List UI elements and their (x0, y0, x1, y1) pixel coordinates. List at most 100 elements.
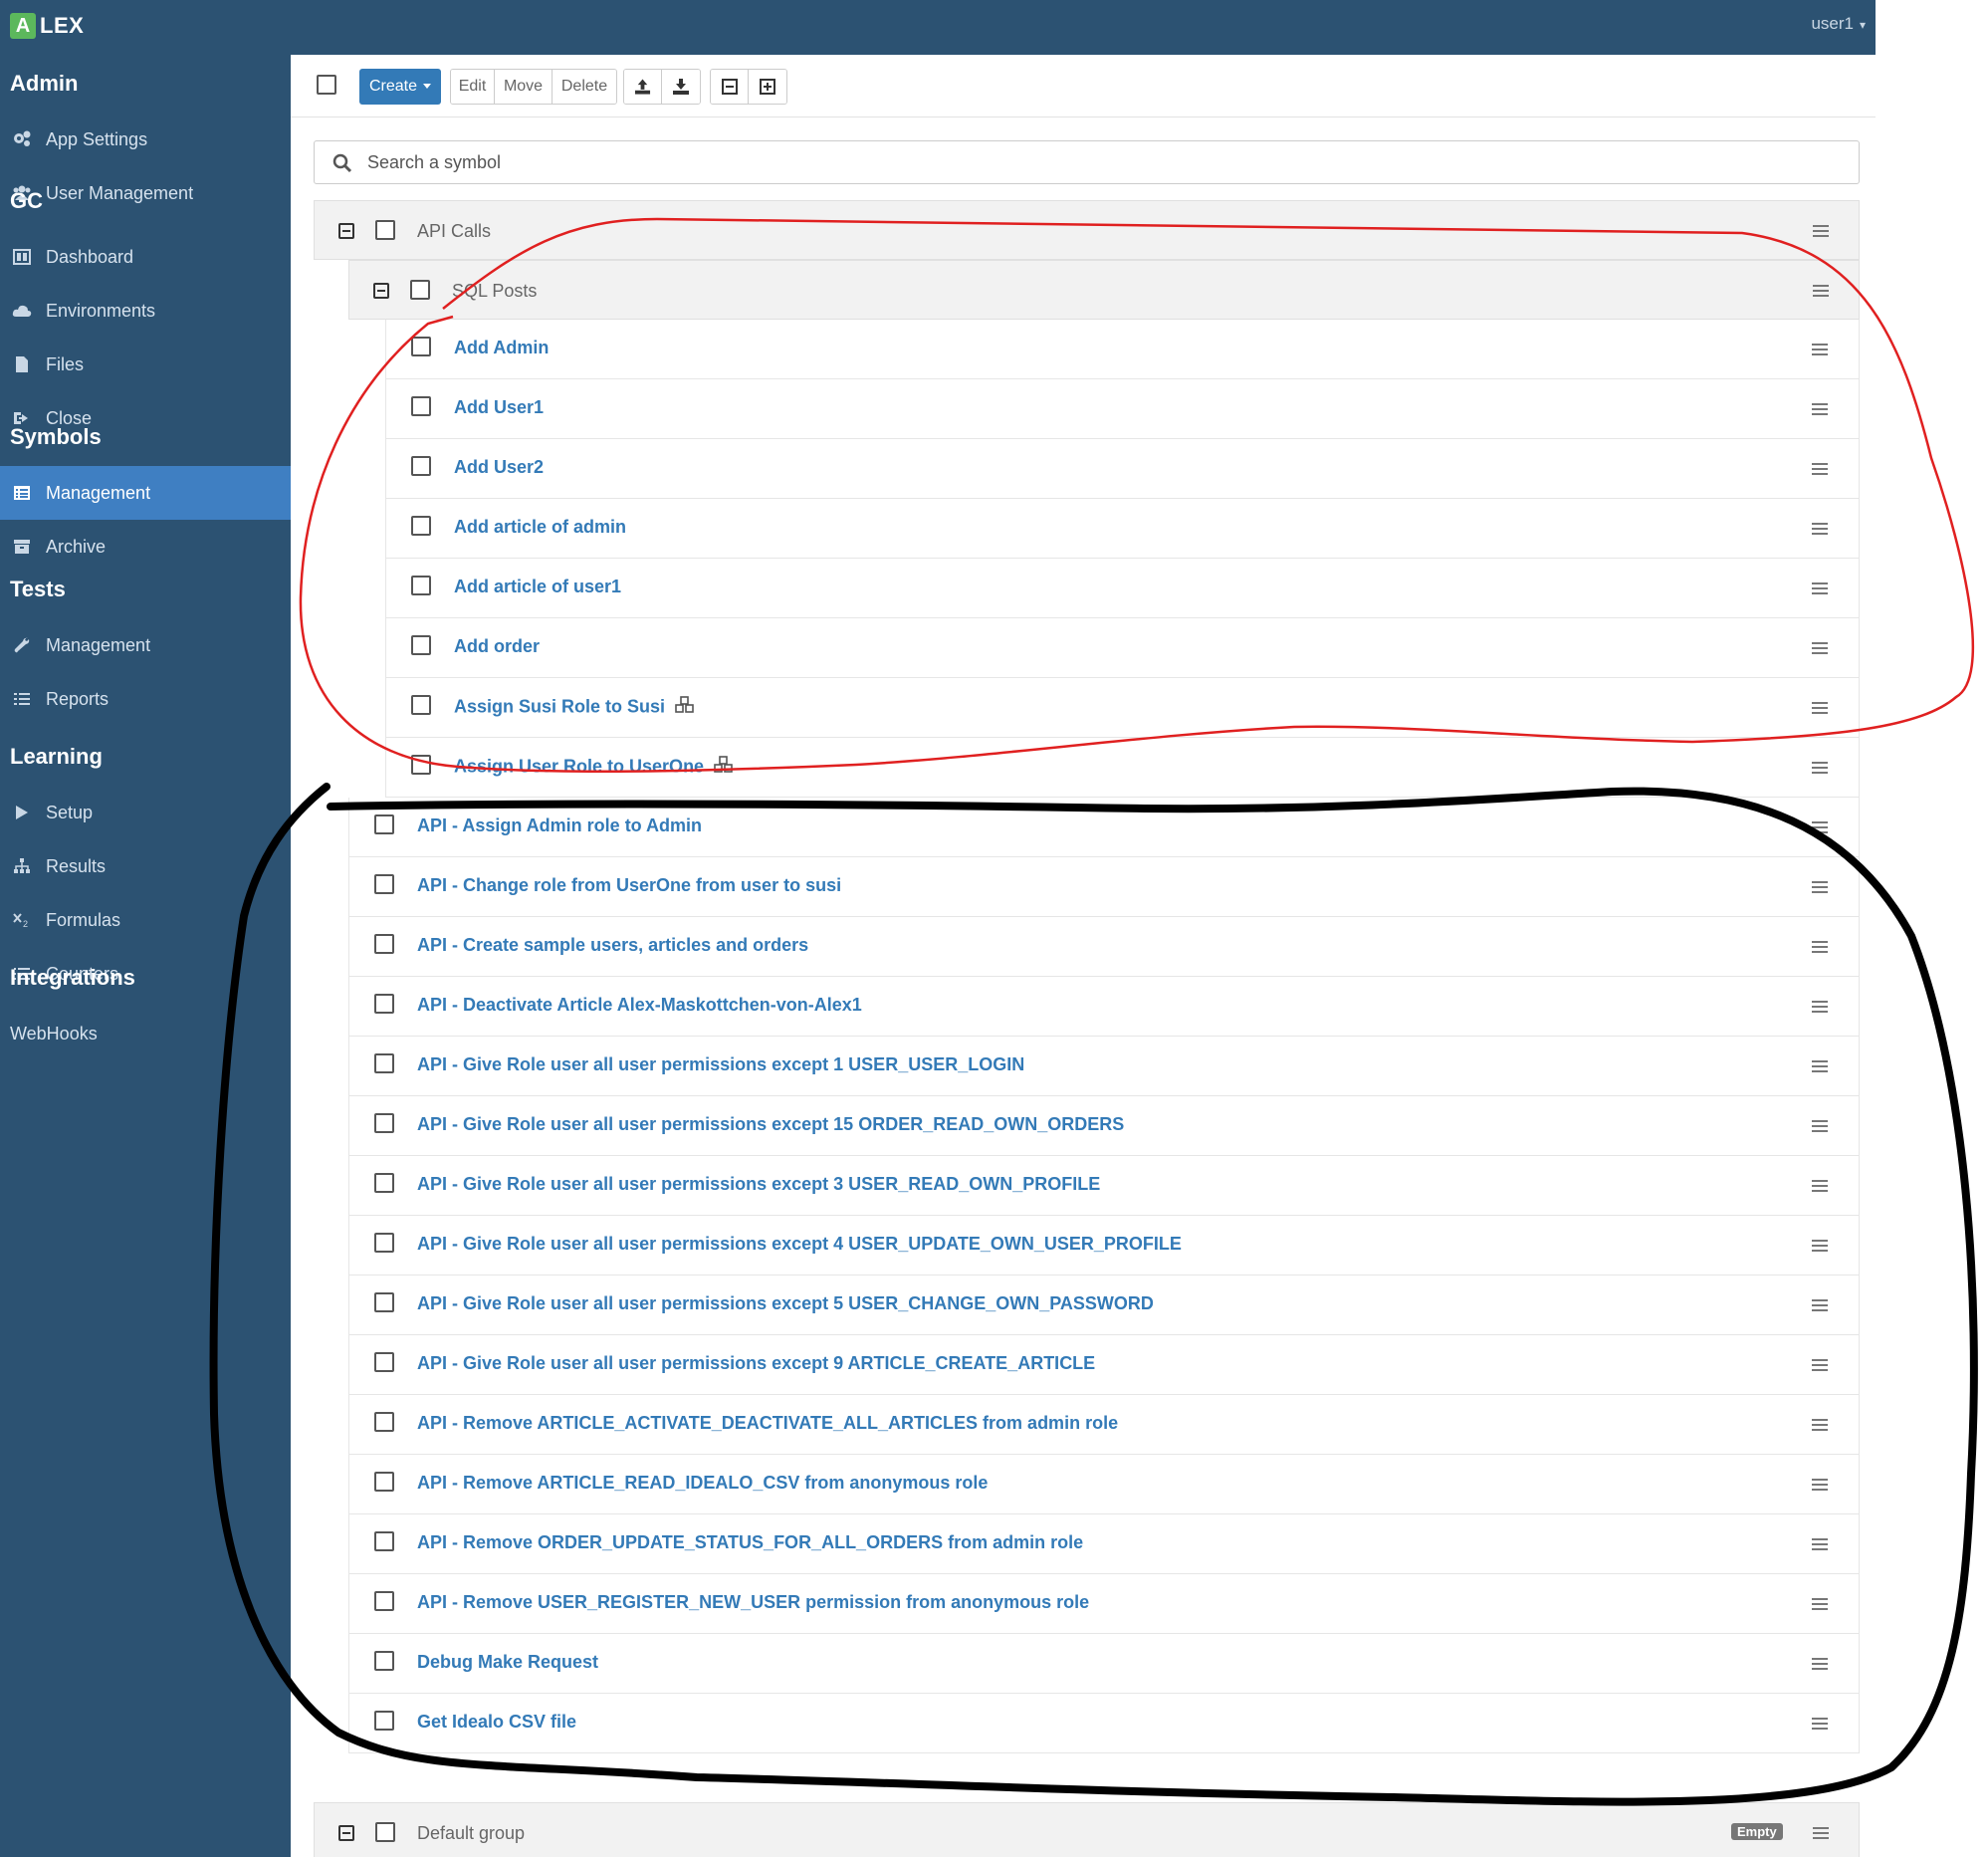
group-checkbox[interactable] (410, 280, 430, 300)
symbol-menu-icon[interactable] (1812, 1538, 1828, 1550)
symbol-link[interactable]: API - Remove ARTICLE_READ_IDEALO_CSV fro… (417, 1473, 988, 1494)
symbol-link[interactable]: Assign Susi Role to Susi (454, 696, 695, 719)
symbol-checkbox[interactable] (374, 1113, 394, 1133)
symbol-row[interactable]: API - Give Role user all user permission… (348, 1335, 1860, 1395)
symbol-menu-icon[interactable] (1812, 702, 1828, 714)
sidebar-item-management[interactable]: Management (0, 618, 291, 672)
symbol-link[interactable]: API - Deactivate Article Alex-Maskottche… (417, 995, 862, 1016)
symbol-menu-icon[interactable] (1812, 1598, 1828, 1610)
symbol-link[interactable]: API - Give Role user all user permission… (417, 1174, 1100, 1195)
symbol-link[interactable]: Get Idealo CSV file (417, 1712, 576, 1733)
symbol-menu-icon[interactable] (1812, 463, 1828, 475)
move-button[interactable]: Move (495, 70, 552, 104)
symbol-menu-icon[interactable] (1812, 1060, 1828, 1072)
sidebar-item-webhooks[interactable]: WebHooks (0, 1007, 291, 1060)
symbol-link[interactable]: Add User1 (454, 397, 544, 418)
symbol-row[interactable]: API - Give Role user all user permission… (348, 1216, 1860, 1276)
search-input[interactable] (367, 149, 1841, 175)
symbol-menu-icon[interactable] (1812, 582, 1828, 594)
symbol-menu-icon[interactable] (1812, 881, 1828, 893)
symbol-checkbox[interactable] (374, 934, 394, 954)
symbol-row[interactable]: API - Assign Admin role to Admin (348, 798, 1860, 857)
symbol-link[interactable]: Add article of admin (454, 517, 626, 538)
sidebar-item-results[interactable]: Results (0, 839, 291, 893)
sidebar-item-management[interactable]: Management (0, 466, 291, 520)
symbol-row[interactable]: API - Remove ARTICLE_ACTIVATE_DEACTIVATE… (348, 1395, 1860, 1455)
brand-logo[interactable]: A LEX (10, 11, 84, 41)
export-button[interactable] (662, 70, 700, 104)
symbol-menu-icon[interactable] (1812, 1359, 1828, 1371)
symbol-checkbox[interactable] (374, 1531, 394, 1551)
symbol-menu-icon[interactable] (1812, 1120, 1828, 1132)
symbol-row[interactable]: Get Idealo CSV file (348, 1694, 1860, 1753)
symbol-checkbox[interactable] (374, 1292, 394, 1312)
expand-all-button[interactable] (749, 70, 786, 104)
collapse-all-button[interactable] (711, 70, 749, 104)
symbol-checkbox[interactable] (411, 396, 431, 416)
symbol-checkbox[interactable] (411, 337, 431, 356)
group-checkbox[interactable] (375, 220, 395, 240)
create-button[interactable]: Create (359, 69, 441, 105)
edit-button[interactable]: Edit (451, 70, 495, 104)
symbol-menu-icon[interactable] (1812, 523, 1828, 535)
symbol-link[interactable]: Add order (454, 636, 540, 657)
symbol-row[interactable]: API - Remove ARTICLE_READ_IDEALO_CSV fro… (348, 1455, 1860, 1514)
symbol-row[interactable]: API - Remove ORDER_UPDATE_STATUS_FOR_ALL… (348, 1514, 1860, 1574)
symbol-menu-icon[interactable] (1812, 1718, 1828, 1730)
symbol-row[interactable]: API - Create sample users, articles and … (348, 917, 1860, 977)
symbol-link[interactable]: Add article of user1 (454, 577, 621, 597)
symbol-checkbox[interactable] (411, 755, 431, 775)
symbol-link[interactable]: API - Give Role user all user permission… (417, 1114, 1124, 1135)
symbol-checkbox[interactable] (374, 1591, 394, 1611)
sidebar-item-setup[interactable]: Setup (0, 786, 291, 839)
group-menu-icon[interactable] (1813, 225, 1829, 237)
symbol-checkbox[interactable] (411, 516, 431, 536)
symbol-row[interactable]: API - Give Role user all user permission… (348, 1276, 1860, 1335)
symbol-row[interactable]: API - Give Role user all user permission… (348, 1156, 1860, 1216)
symbol-link[interactable]: API - Give Role user all user permission… (417, 1353, 1095, 1374)
symbol-row[interactable]: Assign Susi Role to Susi (385, 678, 1860, 738)
sidebar-item-environments[interactable]: Environments (0, 284, 291, 338)
group-sql-posts[interactable]: SQL Posts (348, 260, 1860, 320)
symbol-menu-icon[interactable] (1812, 1658, 1828, 1670)
symbol-link[interactable]: Debug Make Request (417, 1652, 598, 1673)
symbol-row[interactable]: Add User1 (385, 379, 1860, 439)
group-checkbox[interactable] (375, 1822, 395, 1842)
symbol-checkbox[interactable] (411, 456, 431, 476)
group-menu-icon[interactable] (1813, 285, 1829, 297)
group-default[interactable]: Default group Empty (314, 1802, 1860, 1857)
symbol-checkbox[interactable] (374, 1412, 394, 1432)
symbol-link[interactable]: API - Remove ARTICLE_ACTIVATE_DEACTIVATE… (417, 1413, 1118, 1434)
symbol-checkbox[interactable] (411, 635, 431, 655)
symbol-checkbox[interactable] (374, 1173, 394, 1193)
symbol-checkbox[interactable] (374, 1053, 394, 1073)
symbol-menu-icon[interactable] (1812, 1240, 1828, 1252)
symbol-menu-icon[interactable] (1812, 1001, 1828, 1013)
sidebar-item-dashboard[interactable]: Dashboard (0, 230, 291, 284)
symbol-menu-icon[interactable] (1812, 1479, 1828, 1491)
sidebar-item-app-settings[interactable]: App Settings (0, 113, 291, 166)
import-button[interactable] (624, 70, 662, 104)
symbol-checkbox[interactable] (411, 576, 431, 595)
collapse-icon[interactable] (373, 283, 389, 299)
group-menu-icon[interactable] (1813, 1827, 1829, 1839)
symbol-row[interactable]: API - Remove USER_REGISTER_NEW_USER perm… (348, 1574, 1860, 1634)
symbol-link[interactable]: API - Give Role user all user permission… (417, 1293, 1154, 1314)
symbol-menu-icon[interactable] (1812, 1299, 1828, 1311)
symbol-row[interactable]: API - Change role from UserOne from user… (348, 857, 1860, 917)
collapse-icon[interactable] (338, 223, 354, 239)
symbol-menu-icon[interactable] (1812, 821, 1828, 833)
group-api-calls[interactable]: API Calls (314, 200, 1860, 260)
symbol-checkbox[interactable] (374, 1711, 394, 1731)
user-menu[interactable]: user1 (1811, 14, 1866, 34)
sidebar-item-files[interactable]: Files (0, 338, 291, 391)
symbol-menu-icon[interactable] (1812, 344, 1828, 355)
symbol-link[interactable]: API - Give Role user all user permission… (417, 1054, 1024, 1075)
symbol-row[interactable]: Debug Make Request (348, 1634, 1860, 1694)
symbol-link[interactable]: API - Remove ORDER_UPDATE_STATUS_FOR_ALL… (417, 1532, 1083, 1553)
sidebar-item-reports[interactable]: Reports (0, 672, 291, 726)
symbol-menu-icon[interactable] (1812, 642, 1828, 654)
symbol-row[interactable]: Assign User Role to UserOne (385, 738, 1860, 798)
symbol-checkbox[interactable] (411, 695, 431, 715)
delete-button[interactable]: Delete (552, 70, 616, 104)
